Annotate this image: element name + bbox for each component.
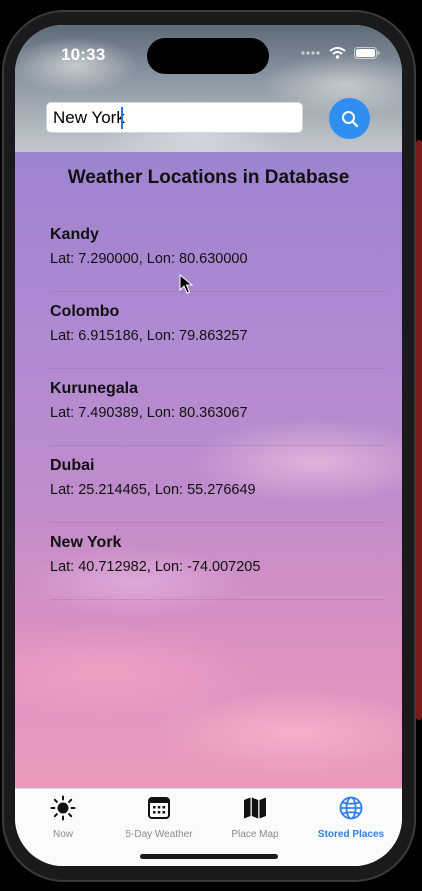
tab-label: Stored Places [317, 829, 385, 840]
search-icon [341, 110, 358, 127]
battery-icon [354, 47, 380, 59]
tab-now[interactable]: Now [15, 795, 111, 840]
list-item[interactable]: Colombo Lat: 6.915186, Lon: 79.863257 [50, 292, 385, 369]
text-caret [121, 107, 123, 129]
location-coords: Lat: 6.915186, Lon: 79.863257 [50, 328, 248, 344]
home-indicator [140, 854, 278, 859]
locations-list: Kandy Lat: 7.290000, Lon: 80.630000 Colo… [50, 215, 385, 600]
location-coords: Lat: 7.490389, Lon: 80.363067 [50, 405, 248, 421]
mouse-pointer-icon [179, 274, 193, 294]
tab-place-map[interactable]: Place Map [207, 795, 303, 840]
screen: 10:33 Weather Locations in Database Kand… [15, 25, 402, 866]
status-time: 10:33 [61, 45, 106, 64]
calendar-icon [148, 797, 170, 819]
location-name: Kurunegala [50, 380, 139, 397]
search-input[interactable] [46, 102, 303, 133]
tab-label: Place Map [231, 829, 279, 840]
signal-icon [301, 51, 320, 55]
tab-5-day-weather[interactable]: 5-Day Weather [111, 795, 207, 840]
tab-label: Now [52, 829, 73, 840]
location-name: Dubai [50, 457, 95, 474]
background-sliver [416, 140, 422, 720]
wifi-icon [329, 47, 346, 59]
list-item[interactable]: Kurunegala Lat: 7.490389, Lon: 80.363067 [50, 369, 385, 446]
location-name: Kandy [50, 226, 99, 243]
globe-icon [339, 796, 363, 820]
list-item[interactable]: Dubai Lat: 25.214465, Lon: 55.276649 [50, 446, 385, 523]
list-item[interactable]: New York Lat: 40.712982, Lon: -74.007205 [50, 523, 385, 600]
dynamic-island [147, 38, 269, 74]
sun-icon [50, 795, 76, 821]
location-coords: Lat: 25.214465, Lon: 55.276649 [50, 482, 256, 498]
list-item[interactable]: Kandy Lat: 7.290000, Lon: 80.630000 [50, 215, 385, 292]
page-title: Weather Locations in Database [67, 167, 350, 188]
location-name: New York [50, 534, 122, 551]
tab-label: 5-Day Weather [125, 829, 193, 840]
tab-stored-places[interactable]: Stored Places [303, 795, 399, 840]
location-coords: Lat: 7.290000, Lon: 80.630000 [50, 251, 248, 267]
location-coords: Lat: 40.712982, Lon: -74.007205 [50, 559, 261, 575]
status-icons [301, 47, 380, 59]
search-button[interactable] [329, 98, 370, 139]
location-name: Colombo [50, 303, 120, 320]
map-icon [244, 797, 266, 819]
